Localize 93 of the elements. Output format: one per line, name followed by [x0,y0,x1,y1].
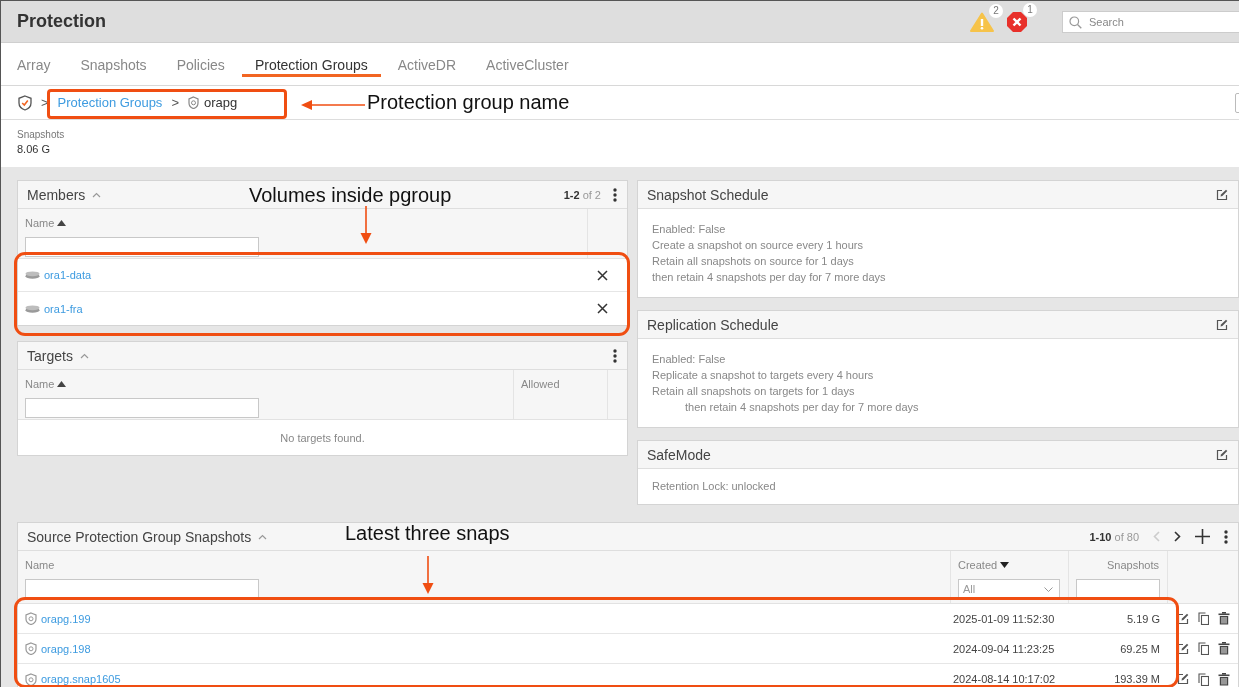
schedule-text: then retain 4 snapshots per day for 7 more days [684,400,920,415]
page-range: 1-10 of 80 [1089,530,1139,543]
column-header[interactable]: Name [25,378,67,390]
tab[interactable]: Policies [163,43,238,77]
panel-title: Targets [27,347,73,364]
size-cell-text: 5.19 G [1125,612,1161,625]
tab[interactable]: ActiveCluster [473,43,582,77]
trash-icon[interactable] [1218,612,1230,625]
arrow [360,206,372,244]
page-range: 1-2 of 2 [563,188,601,201]
collapse-icon[interactable] [92,191,102,198]
disk-icon [25,304,40,313]
filter-field[interactable] [25,398,259,418]
stat-label: Snapshots [17,129,66,140]
snapshot-link[interactable]: orapg.198 [41,642,91,655]
volume-link[interactable]: ora1-fra [44,302,83,315]
more-icon[interactable] [1224,529,1228,544]
panel-title: Source Protection Group Snapshots [27,528,252,545]
schedule-text: then retain 4 snapshots per day for 7 more days [652,270,887,285]
created-cell-text: 2025-01-09 11:52:30 [952,612,1056,625]
tab[interactable]: Array [4,43,64,77]
column-header[interactable]: Name [25,559,55,571]
created-cell-text: 2024-09-04 11:23:25 [952,642,1056,655]
annotation-label: Protection group name [367,91,570,114]
collapse-icon[interactable] [258,533,268,540]
trash-icon[interactable] [1218,642,1230,655]
schedule-text: Retain all snapshots on targets for 1 days [652,384,856,399]
size-cell-text: 193.39 M [1113,673,1161,685]
schedule-text: Retain all snapshots on source for 1 days [652,254,855,269]
panel-title: SafeMode [647,446,712,463]
edit-icon[interactable] [1177,642,1189,655]
search-icon [1069,15,1082,29]
breadcrumb-separator: > [171,95,179,110]
panel-title: Members [27,186,86,203]
schedule-text: Create a snapshot on source every 1 hours [652,238,864,253]
shield-icon [25,672,37,686]
copy-icon[interactable] [1198,612,1209,625]
remove-icon[interactable] [597,303,608,314]
tab[interactable]: ActiveDR [384,43,470,77]
column-header[interactable]: Created [958,559,1010,571]
column-header[interactable]: Allowed [521,378,560,390]
count-badge: 2 [989,3,1003,18]
arrow [301,99,365,111]
breadcrumb-link[interactable]: Protection Groups [57,95,163,110]
edit-icon[interactable] [1177,612,1189,625]
shield-check-icon[interactable] [18,94,32,111]
panel-title: Snapshot Schedule [647,186,770,203]
more-icon[interactable] [613,187,617,202]
add-icon[interactable] [1195,529,1210,544]
size-cell-text: 69.25 M [1119,642,1161,655]
schedule-text: Replicate a snapshot to targets every 4 hours [652,368,875,383]
schedule-text: Enabled: False [652,352,727,367]
disk-icon [25,271,40,279]
edit-icon[interactable] [1216,448,1228,461]
edit-icon[interactable] [1177,673,1189,685]
arrow [422,556,434,594]
panel-title: Replication Schedule [647,316,780,333]
filter-field[interactable] [25,237,259,257]
shield-icon [25,612,37,625]
filter-dropdown[interactable]: All [958,579,1060,599]
column-header[interactable]: Name [25,217,67,229]
chevron-right-icon[interactable] [1174,531,1181,542]
chevron-down-icon [1044,586,1053,592]
more-icon[interactable] [613,348,617,363]
filter-field[interactable] [1076,579,1160,599]
trash-icon[interactable] [1218,672,1230,686]
created-cell-text: 2024-08-14 10:17:02 [952,673,1057,685]
search-field[interactable]: Search [1062,10,1239,33]
shield-icon [187,96,199,109]
remove-icon[interactable] [597,269,608,281]
error-icon[interactable] [1006,10,1028,33]
volume-link[interactable]: ora1-data [44,269,92,281]
snapshot-link[interactable]: orapg.199 [41,612,91,625]
schedule-text: Retention Lock: unlocked [652,479,777,494]
edit-icon[interactable] [1216,188,1228,201]
count-badge: 1 [1023,2,1037,17]
schedule-text: Enabled: False [652,222,727,237]
snapshot-link[interactable]: orapg.snap1605 [41,673,121,685]
tab[interactable]: Protection Groups [241,43,381,77]
shield-icon [25,642,37,655]
annotation-label: Latest three snaps [345,522,510,545]
annotation-label: Volumes inside pgroup [249,184,452,207]
copy-icon[interactable] [1198,642,1209,655]
stat-value: 8.06 G [17,143,52,155]
edit-icon[interactable] [1216,318,1228,331]
copy-icon[interactable] [1198,672,1209,686]
breadcrumb-current: orapg [203,95,238,110]
tab[interactable]: Snapshots [67,43,160,77]
filter-field[interactable] [25,579,259,599]
empty-message: No targets found. [279,430,366,446]
collapse-icon[interactable] [79,352,89,359]
column-header[interactable]: Snapshots [1107,559,1159,571]
page-title: Protection [17,11,107,32]
